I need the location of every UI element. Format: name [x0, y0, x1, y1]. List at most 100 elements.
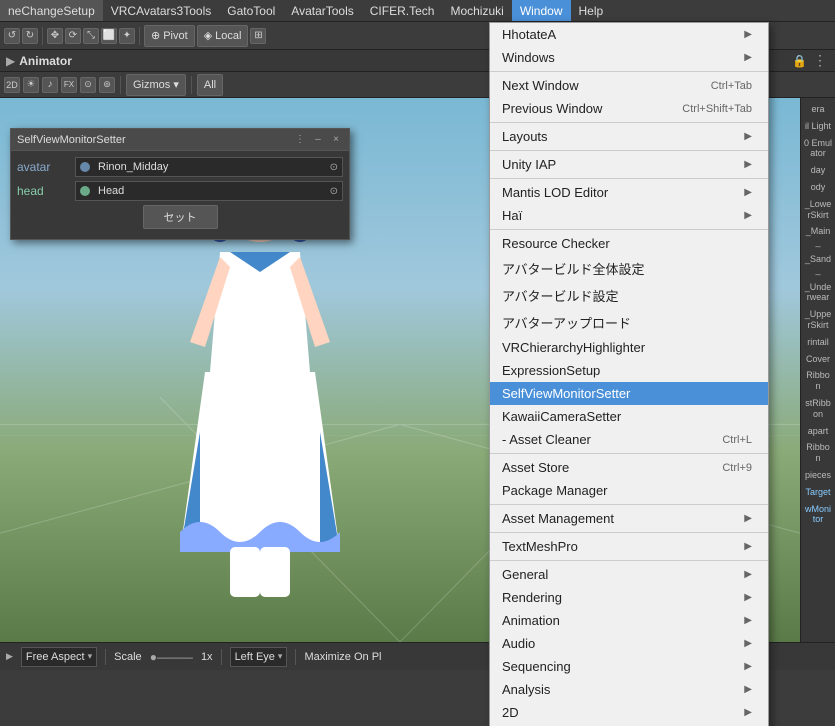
rp-item-upperskirt[interactable]: _UpperSkirt — [803, 307, 833, 333]
dm-item-prev-window[interactable]: Previous Window Ctrl+Shift+Tab — [490, 97, 768, 120]
menubar-item-avatartools[interactable]: AvatarTools — [283, 0, 361, 21]
rect-tool[interactable]: ⬜ — [101, 28, 117, 44]
fw-close-btn[interactable]: × — [329, 133, 343, 147]
dm-item-layouts[interactable]: Layouts ▶ — [490, 125, 768, 148]
dm-item-2d[interactable]: 2D ▶ — [490, 701, 768, 724]
dm-item-avatar-build[interactable]: アバタービルド設定 — [490, 282, 768, 309]
fw-minimize-btn[interactable]: – — [311, 133, 325, 147]
eye-selector[interactable]: Left Eye ▾ — [230, 647, 288, 667]
rp-item-ribbon2[interactable]: Ribbon — [803, 440, 833, 466]
dm-item-audio[interactable]: Audio ▶ — [490, 632, 768, 655]
menubar-item-gatotool[interactable]: GatoTool — [219, 0, 283, 21]
bb-sep3 — [295, 649, 296, 665]
fx-toggle[interactable]: FX — [61, 77, 77, 93]
fw-avatar-value: Rinon_Midday — [98, 161, 168, 173]
dm-item-next-window[interactable]: Next Window Ctrl+Tab — [490, 74, 768, 97]
rp-item-stribb[interactable]: stRibbon — [803, 396, 833, 422]
dm-item-general[interactable]: General ▶ — [490, 563, 768, 586]
local-button[interactable]: ◈ Local — [197, 25, 249, 47]
aspect-arrow: ▾ — [88, 651, 93, 662]
2d-toggle[interactable]: 2D — [4, 77, 20, 93]
dm-item-expression-setup[interactable]: ExpressionSetup — [490, 359, 768, 382]
dm-item-vrchierarchy[interactable]: VRChierarchyHighlighter — [490, 336, 768, 359]
rp-item-pieces[interactable]: pieces — [803, 468, 833, 483]
rotate-tool[interactable]: ⟳ — [65, 28, 81, 44]
fw-menu-btn[interactable]: ⋮ — [293, 133, 307, 147]
redo-button[interactable]: ↻ — [22, 28, 38, 44]
dm-item-rendering[interactable]: Rendering ▶ — [490, 586, 768, 609]
dm-shortcut-cleaner: Ctrl+L — [722, 434, 752, 446]
dm-item-hai[interactable]: Haï ▶ — [490, 204, 768, 227]
menubar-item-nechangesetup[interactable]: neChangeSetup — [0, 0, 103, 21]
rp-item-era[interactable]: era — [803, 102, 833, 117]
dm-item-package-manager[interactable]: Package Manager — [490, 479, 768, 502]
fw-avatar-field[interactable]: Rinon_Midday ⊙ — [75, 157, 343, 177]
pivot-button[interactable]: ⊕ Pivot — [144, 25, 195, 47]
animator-title: Animator — [19, 54, 72, 68]
menubar-item-mochizuki[interactable]: Mochizuki — [442, 0, 511, 21]
rp-item-day[interactable]: day — [803, 163, 833, 178]
dm-sep-5 — [490, 229, 768, 230]
dm-item-animation[interactable]: Animation ▶ — [490, 609, 768, 632]
fw-avatar-label: avatar — [17, 160, 67, 174]
dm-item-analysis[interactable]: Analysis ▶ — [490, 678, 768, 701]
dm-item-kawaii[interactable]: KawaiiCameraSetter — [490, 405, 768, 428]
menubar-item-vrcavatars3tools[interactable]: VRCAvatars3Tools — [103, 0, 220, 21]
menubar-item-cifertech[interactable]: CIFER.Tech — [362, 0, 443, 21]
rp-item-apart[interactable]: apart — [803, 424, 833, 439]
rp-item-target[interactable]: Target — [803, 485, 833, 500]
dm-sep-7 — [490, 504, 768, 505]
extra-tool[interactable]: ⊞ — [250, 28, 266, 44]
bb-sep2 — [221, 649, 222, 665]
rp-item-main[interactable]: _Main_ — [803, 224, 833, 250]
rp-item-cover[interactable]: Cover — [803, 352, 833, 367]
dm-sep-1 — [490, 71, 768, 72]
gizmos-dropdown[interactable]: Gizmos ▾ — [126, 74, 186, 96]
more-icon[interactable]: ⋮ — [813, 52, 827, 69]
dm-item-mantis[interactable]: Mantis LOD Editor ▶ — [490, 181, 768, 204]
dm-item-asset-store[interactable]: Asset Store Ctrl+9 — [490, 456, 768, 479]
rp-item-rintail[interactable]: rintail — [803, 335, 833, 350]
lock-icon[interactable]: 🔒 — [792, 54, 807, 68]
dm-item-avatar-upload[interactable]: アバターアップロード — [490, 309, 768, 336]
rp-item-lowerskirt[interactable]: _LowerSkirt — [803, 197, 833, 223]
dm-item-avatar-build-all[interactable]: アバタービルド全体設定 — [490, 255, 768, 282]
dm-item-textmeshpro[interactable]: TextMeshPro ▶ — [490, 535, 768, 558]
dm-item-windows[interactable]: Windows ▶ — [490, 46, 768, 69]
dm-item-sequencing[interactable]: Sequencing ▶ — [490, 655, 768, 678]
aspect-selector[interactable]: Free Aspect ▾ — [21, 647, 97, 667]
rp-item-body[interactable]: ody — [803, 180, 833, 195]
rp-item-wmonitor[interactable]: wMonitor — [803, 502, 833, 528]
transform-tool[interactable]: ✦ — [119, 28, 135, 44]
rp-item-emulator[interactable]: 0 Emulator — [803, 136, 833, 162]
move-tool[interactable]: ✥ — [47, 28, 63, 44]
rp-item-light[interactable]: il Light — [803, 119, 833, 134]
audio-toggle[interactable]: ♪ — [42, 77, 58, 93]
light-toggle[interactable]: ☀ — [23, 77, 39, 93]
dm-item-hhotatea[interactable]: HhotateA ▶ — [490, 23, 768, 46]
undo-button[interactable]: ↺ — [4, 28, 20, 44]
local-icon: ◈ — [204, 29, 212, 42]
rp-item-sand[interactable]: _Sand_ — [803, 252, 833, 278]
scale-tool[interactable]: ⤡ — [83, 28, 99, 44]
dm-item-selfview[interactable]: SelfViewMonitorSetter — [490, 382, 768, 405]
fw-head-field[interactable]: Head ⊙ — [75, 181, 343, 201]
rp-item-underwear[interactable]: _Underwear — [803, 280, 833, 306]
scale-slider[interactable]: ●——— — [150, 650, 193, 664]
all-dropdown[interactable]: All — [197, 74, 223, 96]
dm-item-resource-checker[interactable]: Resource Checker — [490, 232, 768, 255]
scene-toggle[interactable]: ⊙ — [80, 77, 96, 93]
toolbar-sep-1 — [42, 27, 43, 45]
fw-titlebar[interactable]: SelfViewMonitorSetter ⋮ – × — [11, 129, 349, 151]
nav-toggle[interactable]: ⊚ — [99, 77, 115, 93]
dm-arrow-hhotatea: ▶ — [744, 29, 752, 40]
dm-item-unity-iap[interactable]: Unity IAP ▶ — [490, 153, 768, 176]
dm-item-asset-mgmt[interactable]: Asset Management ▶ — [490, 507, 768, 530]
window-dropdown-menu: HhotateA ▶ Windows ▶ Next Window Ctrl+Ta… — [489, 22, 769, 726]
dm-item-asset-cleaner[interactable]: - Asset Cleaner Ctrl+L — [490, 428, 768, 451]
menubar-item-help[interactable]: Help — [571, 0, 612, 21]
set-button[interactable]: セット — [143, 205, 218, 229]
dm-arrow-mantis: ▶ — [744, 187, 752, 198]
menubar-item-window[interactable]: Window — [512, 0, 571, 21]
rp-item-ribbon[interactable]: Ribbon — [803, 368, 833, 394]
